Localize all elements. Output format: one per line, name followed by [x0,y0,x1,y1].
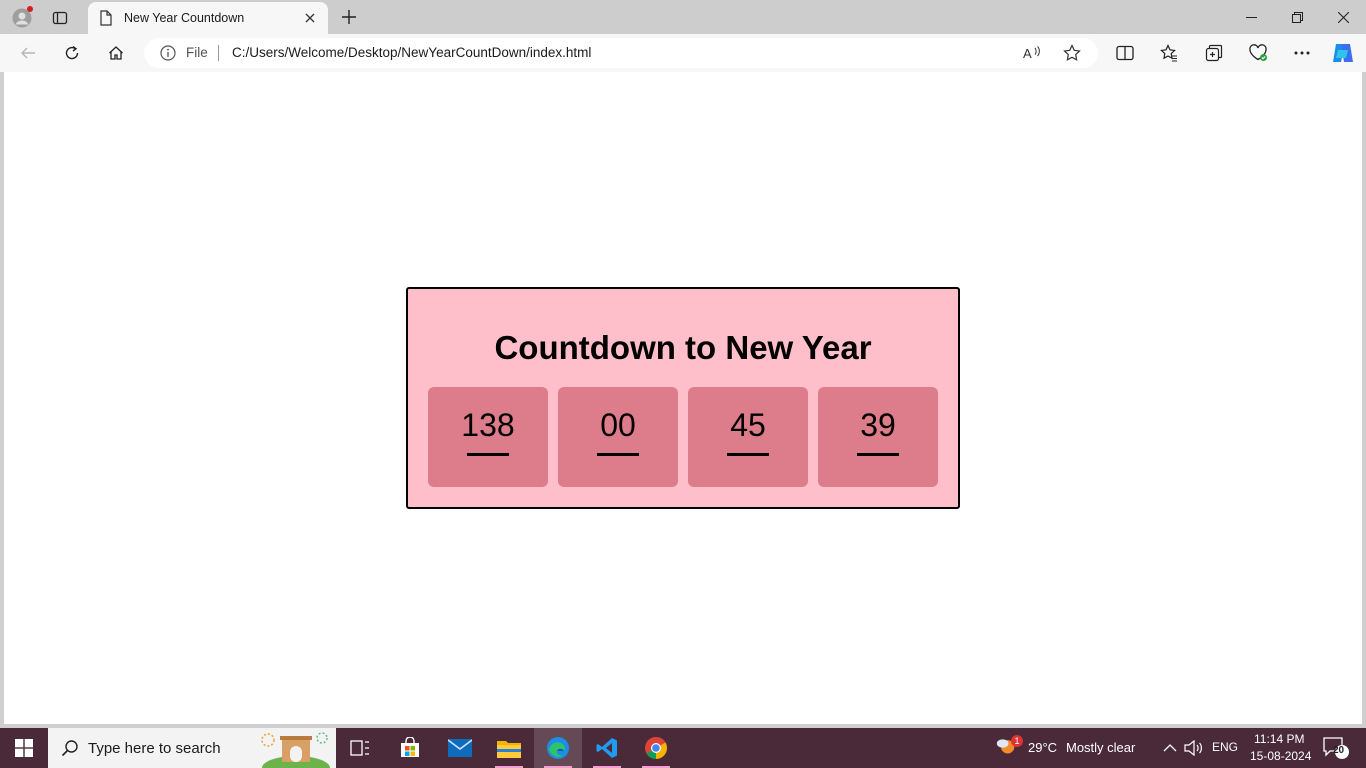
volume-icon[interactable] [1184,738,1204,758]
add-favorite-star-icon[interactable] [1062,44,1082,62]
scheme-label: File [186,45,208,60]
clock-time[interactable]: 11:14 PM [1254,732,1304,746]
close-window-button[interactable] [1320,0,1366,34]
countdown-minutes-value: 45 [730,407,766,443]
browser-toolbar: File C:/Users/Welcome/Desktop/NewYearCou… [0,34,1366,72]
page-viewport: Countdown to New Year 138 00 45 39 [4,72,1362,724]
refresh-button[interactable] [58,40,86,66]
notification-dot [27,6,33,12]
search-placeholder: Type here to search [88,739,221,757]
collections-icon[interactable] [1200,40,1228,66]
profile-avatar-icon[interactable] [10,6,34,30]
split-screen-icon[interactable] [1111,40,1139,66]
weather-temperature[interactable]: 29°C [1028,740,1057,755]
address-separator [218,45,219,61]
weather-alert-badge: 1 [1011,735,1023,747]
countdown-underline [857,453,899,456]
search-icon [60,738,80,758]
back-button[interactable] [14,40,42,66]
chrome-icon[interactable] [632,728,680,768]
microsoft-store-icon[interactable] [386,728,434,768]
settings-more-icon[interactable] [1288,40,1316,66]
browser-essentials-icon[interactable] [1244,40,1272,66]
address-bar[interactable]: File C:/Users/Welcome/Desktop/NewYearCou… [144,38,1098,68]
countdown-minutes-box: 45 [688,387,808,487]
vscode-icon[interactable] [583,728,631,768]
task-view-icon[interactable] [336,728,384,768]
page-document-icon [98,10,114,26]
copilot-icon[interactable] [1329,40,1357,66]
countdown-underline [727,453,769,456]
weather-condition[interactable]: Mostly clear [1066,740,1135,755]
read-aloud-icon[interactable]: A [1022,44,1042,62]
windows-taskbar: Type here to search 1 29°C Mostly clear … [0,728,1366,768]
input-language[interactable]: ENG [1212,740,1238,754]
tab-new-year-countdown[interactable]: New Year Countdown [88,2,328,34]
countdown-underline [467,453,509,456]
new-tab-button[interactable] [337,5,361,29]
tab-close-icon[interactable] [302,10,318,26]
restore-button[interactable] [1274,0,1320,34]
taskbar-search-box[interactable]: Type here to search [48,728,336,768]
countdown-seconds-value: 39 [860,407,896,443]
countdown-days-value: 138 [461,407,515,443]
tab-title: New Year Countdown [124,11,245,25]
browser-tab-strip: New Year Countdown [0,0,1366,34]
countdown-seconds-box: 39 [818,387,938,487]
svg-text:A: A [1023,46,1032,61]
url-text[interactable]: C:/Users/Welcome/Desktop/NewYearCountDow… [232,45,591,60]
show-hidden-icons-chevron-up-icon[interactable] [1160,738,1180,758]
start-button[interactable] [0,728,48,768]
search-highlight-illustration-icon [261,732,330,768]
site-info-icon[interactable] [160,45,176,61]
minimize-button[interactable] [1228,0,1274,34]
countdown-card: Countdown to New Year 138 00 45 39 [406,287,960,509]
edge-browser-icon[interactable] [534,728,582,768]
countdown-days-box: 138 [428,387,548,487]
countdown-underline [597,453,639,456]
home-button[interactable] [102,40,130,66]
notification-count: 20 [1333,745,1345,756]
tab-actions-menu-icon[interactable] [48,6,72,30]
page-title: Countdown to New Year [494,329,872,366]
clock-date[interactable]: 15-08-2024 [1250,749,1311,763]
countdown-hours-box: 00 [558,387,678,487]
mail-icon[interactable] [436,728,484,768]
countdown-hours-value: 00 [600,407,636,443]
favorites-icon[interactable] [1155,40,1183,66]
file-explorer-icon[interactable] [485,728,533,768]
